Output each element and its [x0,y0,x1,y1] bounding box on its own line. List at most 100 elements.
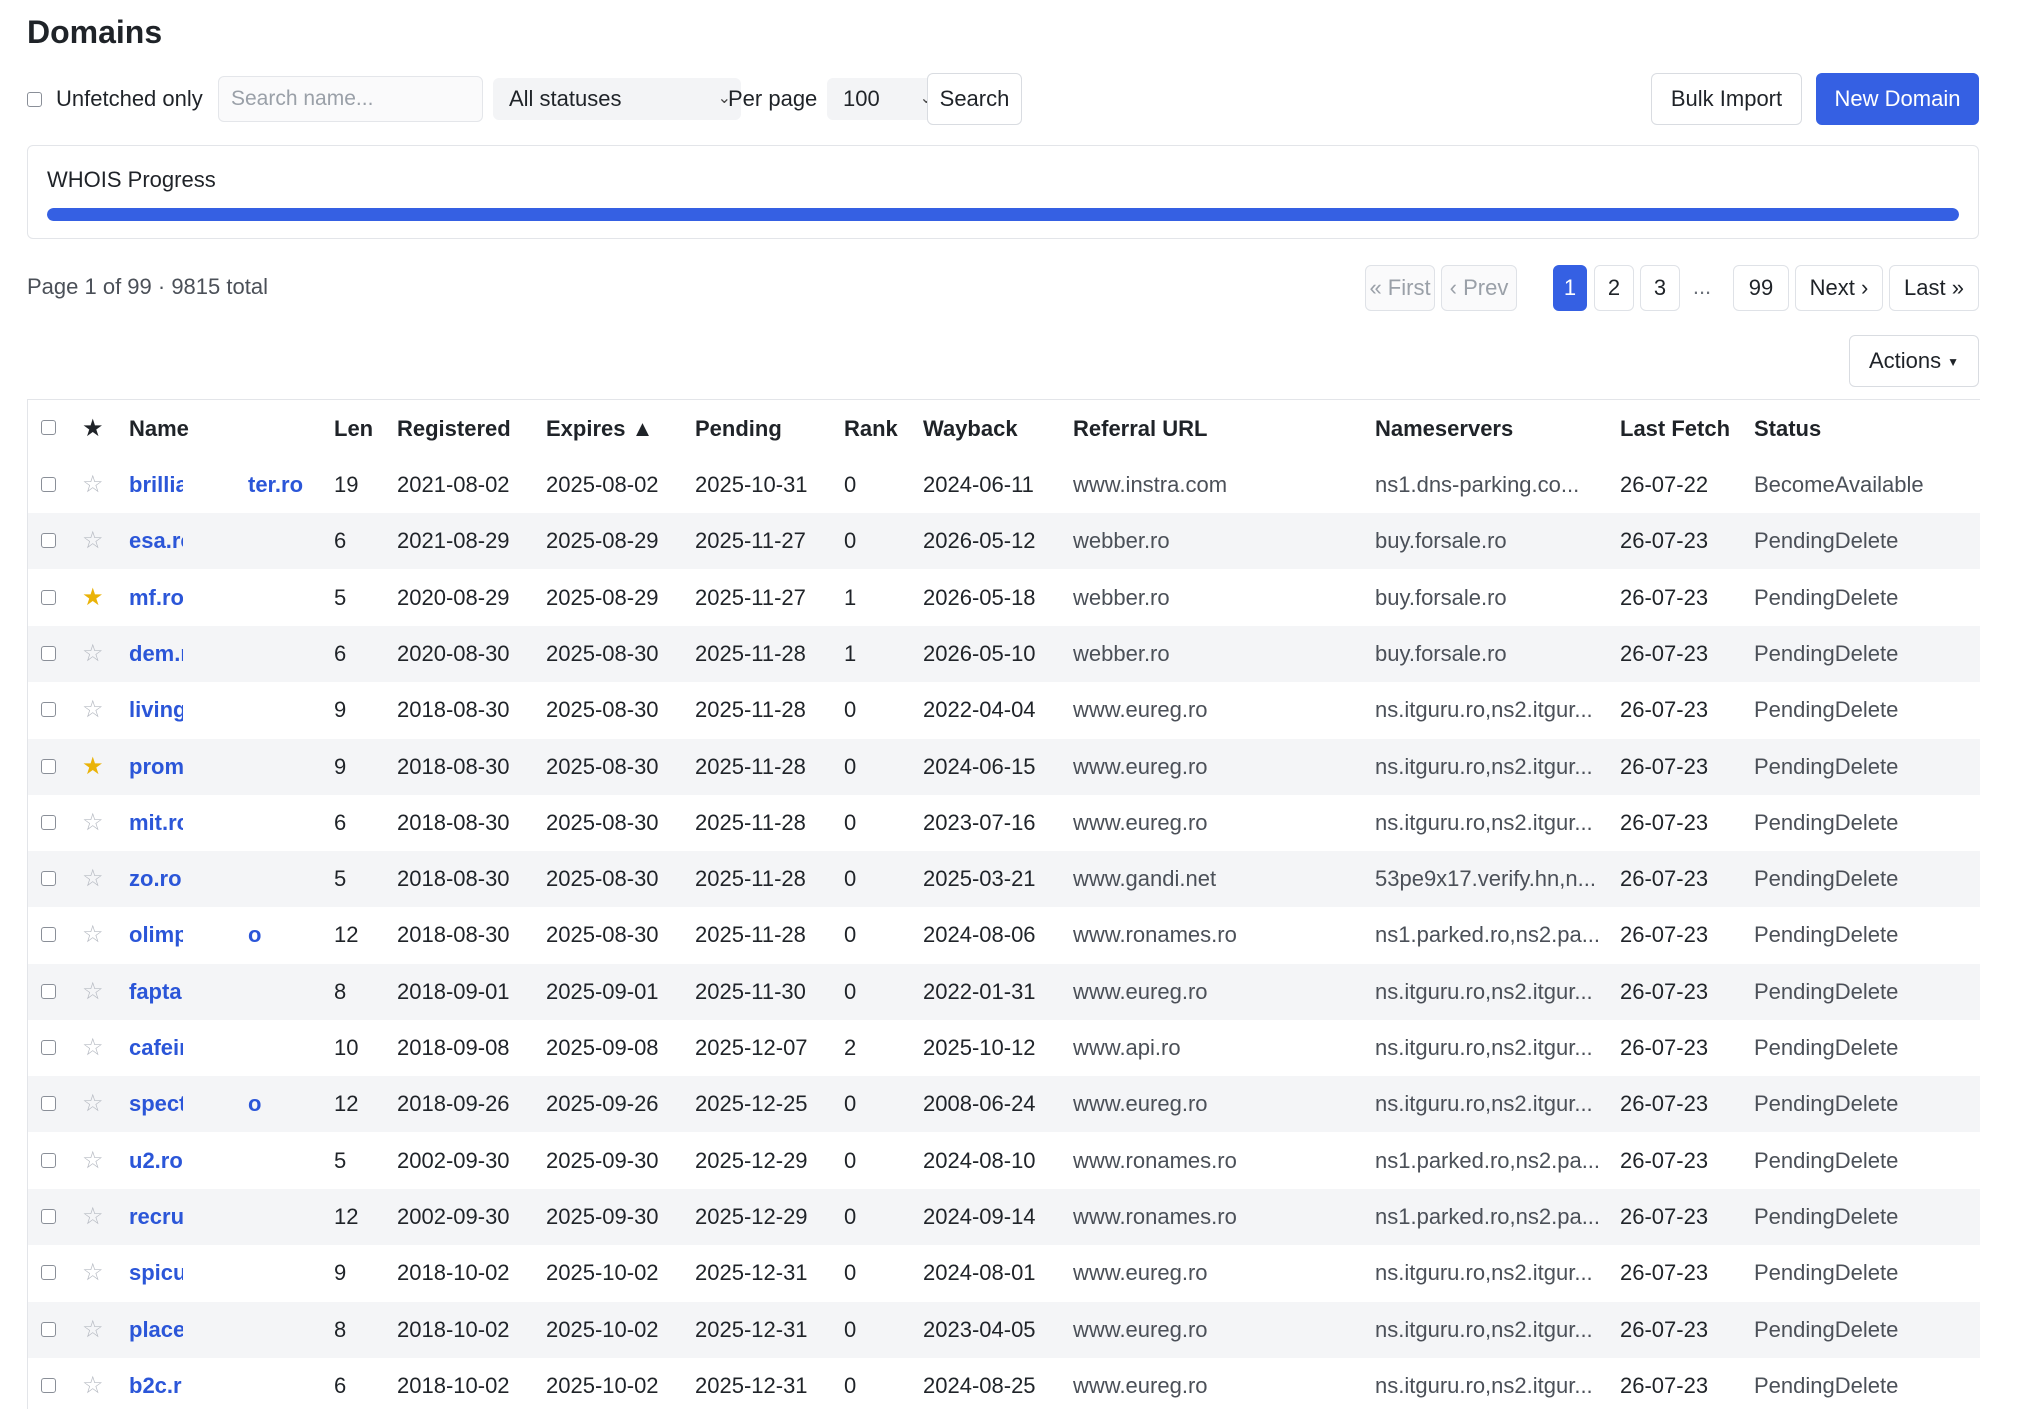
table-row[interactable]: ☆ living 9 2018-08-30 2025-08-30 2025-11-28 0 2… [28,682,1980,739]
table-row[interactable]: ☆ spicu 9 2018-10-02 2025-10-02 2025-12-31 0 20… [28,1245,1980,1302]
domain-name-tail[interactable]: o [248,907,261,963]
row-select-checkbox[interactable] [41,983,56,999]
row-select-checkbox[interactable] [41,1152,56,1168]
star-outline-icon[interactable]: ☆ [82,1189,104,1245]
bulk-import-button[interactable]: Bulk Import [1651,73,1802,125]
domain-name-link[interactable]: living [129,682,186,738]
table-row[interactable]: ☆ brillia ter.ro 19 2021-08-02 2025-08-02 2025… [28,457,1980,513]
domain-name-link[interactable]: b2c.r [129,1358,182,1414]
table-row[interactable]: ☆ mit.rc 6 2018-08-30 2025-08-30 2025-11-28 0 2… [28,794,1980,851]
col-nameservers[interactable]: Nameservers [1375,400,1513,457]
next-page-button[interactable]: Next › [1795,265,1883,311]
row-select-checkbox[interactable] [41,533,56,549]
cell-wayback: 2024-06-15 [923,753,1036,779]
domain-name-link[interactable]: fapta. [129,964,188,1020]
star-outline-icon[interactable]: ☆ [82,1245,104,1301]
table-row[interactable]: ☆ olimp o 12 2018-08-30 2025-08-30 2025-11-28 0… [28,907,1980,964]
table-row[interactable]: ☆ zo.ro 5 2018-08-30 2025-08-30 2025-11-28 0 20… [28,851,1980,908]
domain-name-link[interactable]: place [129,1302,185,1358]
star-filled-icon[interactable]: ★ [82,739,104,795]
star-outline-icon[interactable]: ☆ [82,1133,104,1189]
last-page-button[interactable]: Last » [1889,265,1979,311]
row-select-checkbox[interactable] [41,814,56,830]
table-row[interactable]: ☆ spect o 12 2018-09-26 2025-09-26 2025-12-25 0… [28,1076,1980,1133]
col-registered[interactable]: Registered [397,400,511,457]
domain-name-link[interactable]: dem.r [129,626,189,682]
prev-page-button[interactable]: ‹ Prev [1441,265,1517,311]
page-button-2[interactable]: 2 [1594,265,1634,311]
search-input[interactable]: Search name... [218,76,483,122]
star-outline-icon[interactable]: ☆ [82,513,104,569]
page-button-3[interactable]: 3 [1640,265,1680,311]
row-select-checkbox[interactable] [41,1040,56,1055]
page-button-1[interactable]: 1 [1553,265,1587,311]
col-last-fetch[interactable]: Last Fetch [1620,400,1730,457]
row-select-checkbox[interactable] [41,758,56,774]
row-select-checkbox[interactable] [41,1265,56,1281]
star-outline-icon[interactable]: ☆ [82,457,104,513]
row-select-checkbox[interactable] [41,477,56,492]
row-select-checkbox[interactable] [41,871,56,887]
domain-name-link[interactable]: recrui [129,1189,190,1245]
domain-name-link[interactable]: mit.rc [129,795,189,851]
domain-name-link[interactable]: cafeir [129,1020,188,1076]
domain-name-link[interactable]: spicu [129,1245,186,1301]
row-select-checkbox[interactable] [41,1096,56,1112]
col-status[interactable]: Status [1754,400,1821,457]
unfetched-only-checkbox[interactable] [27,92,42,107]
col-len[interactable]: Len [334,400,373,457]
domain-name-link[interactable]: mf.ro [129,570,184,626]
page-button-99[interactable]: 99 [1733,265,1789,311]
star-outline-icon[interactable]: ☆ [82,1076,104,1132]
row-select-checkbox[interactable] [41,1377,56,1393]
col-name[interactable]: Name [129,400,189,457]
domain-name-link[interactable]: olimp [129,907,188,963]
table-row[interactable]: ★ promp 9 2018-08-30 2025-08-30 2025-11-28 0 20… [28,738,1980,795]
star-outline-icon[interactable]: ☆ [82,1302,104,1358]
col-pending[interactable]: Pending [695,400,782,457]
star-outline-icon[interactable]: ☆ [82,1358,104,1414]
col-referral-url[interactable]: Referral URL [1073,400,1207,457]
table-row[interactable]: ☆ fapta. 8 2018-09-01 2025-09-01 2025-11-30 0 2… [28,963,1980,1020]
domain-name-link[interactable]: spect [129,1076,186,1132]
status-select[interactable]: All statuses ⌄ [493,78,741,120]
star-outline-icon[interactable]: ☆ [82,1020,104,1076]
star-outline-icon[interactable]: ☆ [82,626,104,682]
name-overlay [183,569,273,626]
col-expires[interactable]: Expires ▲ [546,400,653,457]
star-outline-icon[interactable]: ☆ [82,795,104,851]
star-outline-icon[interactable]: ☆ [82,907,104,963]
star-outline-icon[interactable]: ☆ [82,682,104,738]
col-wayback[interactable]: Wayback [923,400,1018,457]
actions-dropdown-button[interactable]: Actions ▼ [1849,335,1979,387]
row-select-checkbox[interactable] [41,1321,56,1337]
star-outline-icon[interactable]: ☆ [82,964,104,1020]
table-row[interactable]: ☆ place 8 2018-10-02 2025-10-02 2025-12-31 0 20… [28,1301,1980,1358]
domain-name-tail[interactable]: ter.ro [248,457,303,513]
row-select-checkbox[interactable] [41,645,56,661]
table-row[interactable]: ☆ dem.r 6 2020-08-30 2025-08-30 2025-11-28 1 20… [28,625,1980,682]
table-row[interactable]: ★ mf.ro 5 2020-08-29 2025-08-29 2025-11-27 1 20… [28,569,1980,626]
first-page-button[interactable]: « First [1365,265,1435,311]
row-select-checkbox[interactable] [41,589,56,605]
star-outline-icon[interactable]: ☆ [82,851,104,907]
per-page-select[interactable]: 100 ⌄ [827,78,943,120]
unfetched-only-label[interactable]: Unfetched only [56,86,203,112]
search-button[interactable]: Search [927,73,1022,125]
table-row[interactable]: ☆ recrui 12 2002-09-30 2025-09-30 2025-12-29 0… [28,1188,1980,1245]
table-row[interactable]: ☆ cafeir 10 2018-09-08 2025-09-08 2025-12-07 2… [28,1020,1980,1076]
domain-name-link[interactable]: u2.ro [129,1133,183,1189]
table-row[interactable]: ☆ b2c.r 6 2018-10-02 2025-10-02 2025-12-31 0 20… [28,1357,1980,1414]
star-filled-icon[interactable]: ★ [82,570,104,626]
select-all-checkbox[interactable] [41,420,56,435]
new-domain-button[interactable]: New Domain [1816,73,1979,125]
col-rank[interactable]: Rank [844,400,898,457]
row-select-checkbox[interactable] [41,927,56,943]
domain-name-link[interactable]: brillia [129,457,188,513]
table-row[interactable]: ☆ u2.ro 5 2002-09-30 2025-09-30 2025-12-29 0 20… [28,1132,1980,1189]
domain-name-link[interactable]: zo.ro [129,851,182,907]
table-row[interactable]: ☆ esa.rc 6 2021-08-29 2025-08-29 2025-11-27 0 2… [28,513,1980,570]
domain-name-tail[interactable]: o [248,1076,261,1132]
row-select-checkbox[interactable] [41,702,56,718]
row-select-checkbox[interactable] [41,1208,56,1224]
